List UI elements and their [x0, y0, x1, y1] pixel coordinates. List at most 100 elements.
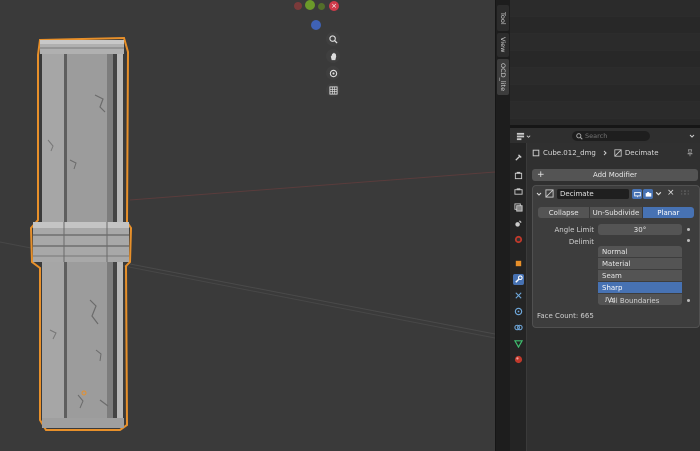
outliner-area[interactable]: [510, 0, 700, 125]
material-icon: [514, 355, 523, 364]
tab-label: OCD_lite: [499, 62, 507, 92]
angle-limit-field[interactable]: 30°: [598, 224, 682, 235]
show-in-render-toggle[interactable]: [643, 189, 653, 199]
camera-view-icon[interactable]: [326, 66, 340, 80]
wrench-icon: [515, 275, 523, 283]
outliner-row: [510, 34, 700, 51]
tab-tool[interactable]: Tool: [497, 5, 509, 31]
editor-type-button[interactable]: [516, 131, 532, 141]
monitor-icon: [633, 191, 641, 197]
perspective-grid-icon[interactable]: [326, 83, 340, 97]
decimate-icon: [614, 149, 622, 157]
output-tab[interactable]: [513, 186, 524, 197]
chevron-right-icon: [603, 150, 607, 156]
material-tab[interactable]: [513, 354, 524, 365]
modifier-tab[interactable]: [513, 274, 524, 285]
negative-y-axis-icon[interactable]: [318, 3, 325, 10]
angle-limit-label: Angle Limit: [554, 226, 595, 234]
physics-icon: [514, 307, 523, 316]
face-count-text: Face Count: 665: [537, 312, 594, 320]
delimit-option-material[interactable]: Material: [598, 258, 682, 270]
add-modifier-button[interactable]: + Add Modifier: [532, 169, 698, 181]
collapse-chevron-icon[interactable]: [536, 191, 542, 199]
chevron-down-icon: [689, 134, 695, 138]
mode-unsubdivide-button[interactable]: Un-Subdivide: [590, 207, 643, 218]
y-axis-icon[interactable]: [305, 0, 315, 10]
3d-viewport[interactable]: ×: [0, 0, 495, 451]
outliner-row: [510, 102, 700, 119]
object-data-icon: [532, 149, 540, 157]
search-icon: [576, 132, 583, 140]
options-dropdown[interactable]: [687, 131, 697, 141]
properties-header: [510, 128, 700, 143]
scene-tab[interactable]: [513, 218, 524, 229]
outliner-row: [510, 51, 700, 68]
tab-ocd-lite[interactable]: OCD_lite: [497, 59, 509, 95]
keyframe-dot-icon[interactable]: [687, 239, 690, 242]
hand-pan-icon[interactable]: [326, 49, 340, 63]
decimate-modifier-panel: Decimate × ∷∷ Collapse Un-Subdivide Plan…: [532, 185, 700, 328]
keyframe-dot-icon[interactable]: [687, 228, 690, 231]
close-icon[interactable]: ×: [667, 188, 675, 198]
chevron-down-icon: [526, 134, 531, 138]
modifier-name-field[interactable]: Decimate: [557, 189, 629, 199]
data-tab[interactable]: [513, 338, 524, 349]
world-tab[interactable]: [513, 234, 524, 245]
chevron-down-icon: [655, 191, 662, 196]
view-layer-icon: [514, 203, 523, 212]
particles-icon: [515, 292, 522, 299]
delimit-label: Delimit: [568, 238, 594, 246]
show-in-viewport-toggle[interactable]: [632, 189, 642, 199]
modifier-properties: Cube.012_dmg Decimate + Add Modifier Dec…: [527, 143, 700, 451]
outliner-row: [510, 85, 700, 102]
object-icon: [515, 260, 522, 267]
outliner-row: [510, 0, 700, 17]
x-axis-icon[interactable]: ×: [329, 1, 339, 11]
tab-view[interactable]: View: [497, 33, 509, 57]
all-boundaries-label: All Boundaries: [609, 297, 660, 305]
zoom-icon[interactable]: [326, 32, 340, 46]
properties-tabs: [510, 143, 526, 451]
sidebar-tabs: Tool View OCD_lite: [495, 0, 510, 451]
decimate-icon: [545, 189, 554, 200]
scene-icon: [515, 220, 522, 227]
delimit-option-normal[interactable]: Normal: [598, 246, 682, 258]
delimit-option-seam[interactable]: Seam: [598, 270, 682, 282]
render-tab[interactable]: [513, 170, 524, 181]
delimit-option-sharp[interactable]: Sharp: [598, 282, 682, 294]
output-icon: [514, 188, 523, 195]
world-icon: [514, 235, 523, 244]
object-tab[interactable]: [513, 258, 524, 269]
keyframe-dot-icon[interactable]: [687, 299, 690, 302]
modifier-menu-dropdown[interactable]: [655, 190, 662, 199]
tool-icon: [515, 154, 522, 161]
add-modifier-label: Add Modifier: [592, 171, 638, 179]
constraints-tab[interactable]: [513, 322, 524, 333]
drag-handle-icon[interactable]: ∷∷: [681, 189, 689, 197]
pin-icon[interactable]: [686, 149, 694, 159]
all-boundaries-checkbox[interactable]: [598, 297, 605, 304]
tool-tab[interactable]: [513, 152, 524, 163]
tab-label: View: [499, 37, 507, 53]
negative-x-axis-icon[interactable]: [294, 2, 302, 10]
breadcrumb-object: Cube.012_dmg: [543, 149, 596, 157]
outliner-row: [510, 17, 700, 34]
render-icon: [514, 171, 523, 180]
mesh-data-icon: [514, 340, 523, 348]
breadcrumb-modifier: Decimate: [624, 149, 659, 157]
decimate-mode-selector: Collapse Un-Subdivide Planar: [538, 207, 694, 218]
particles-tab[interactable]: [513, 290, 524, 301]
search-field[interactable]: [572, 131, 650, 141]
z-axis-icon[interactable]: [311, 20, 321, 30]
search-input[interactable]: [583, 132, 645, 140]
viewport-scene: [0, 36, 495, 431]
physics-tab[interactable]: [513, 306, 524, 317]
properties-editor-icon: [516, 132, 525, 140]
mode-planar-button[interactable]: Planar: [642, 207, 694, 218]
constraints-icon: [514, 324, 523, 331]
mode-collapse-button[interactable]: Collapse: [538, 207, 591, 218]
pillar-mesh: [29, 36, 133, 431]
view-layer-tab[interactable]: [513, 202, 524, 213]
breadcrumb: Cube.012_dmg Decimate: [532, 149, 659, 157]
plus-icon: +: [537, 170, 545, 180]
